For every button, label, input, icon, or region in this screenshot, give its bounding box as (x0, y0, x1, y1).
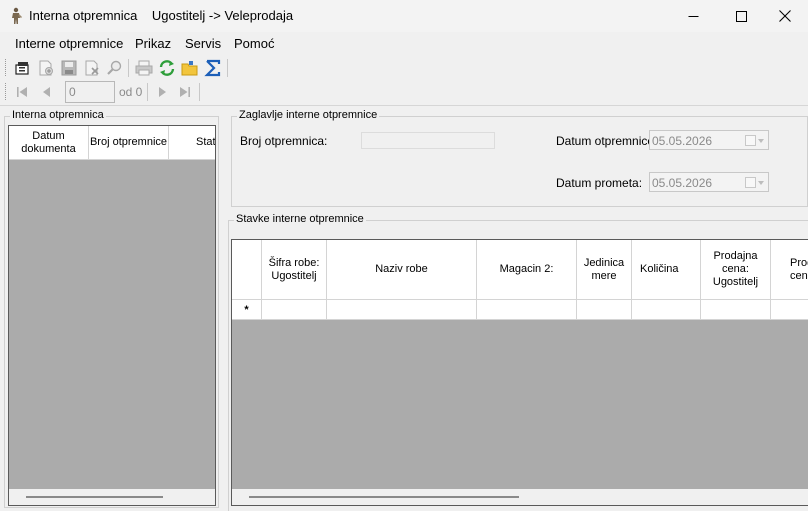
column-header-jedinica-mere[interactable]: Jedinica mere (577, 240, 632, 300)
broj-otpremnica-label: Broj otpremnica: (240, 134, 328, 148)
divider (0, 105, 808, 106)
next-record-icon[interactable] (155, 84, 169, 100)
column-header-naziv-robe[interactable]: Naziv robe (327, 240, 477, 300)
maximize-button[interactable] (718, 0, 764, 32)
calendar-dropdown-button[interactable] (744, 134, 766, 147)
app-icon (12, 7, 22, 24)
datum-prometa-picker[interactable]: 05.05.2026 (649, 172, 769, 192)
datum-otpremnice-value: 05.05.2026 (652, 134, 713, 148)
items-group-title: Stavke interne otpremnice (234, 213, 366, 225)
column-header-prodajna-cena-ugostitelj[interactable]: Prodajna cena: Ugostitelj (701, 240, 771, 300)
record-count-label: od 0 (119, 85, 143, 99)
datum-otpremnice-picker[interactable]: 05.05.2026 (649, 130, 769, 150)
column-header-kolicina[interactable]: Količina (632, 240, 701, 300)
minimize-button[interactable] (670, 0, 716, 32)
new-row-marker: * (232, 300, 262, 320)
save-icon[interactable] (60, 59, 78, 77)
sum-icon[interactable] (204, 59, 222, 77)
open-folder-icon[interactable] (181, 59, 199, 77)
menu-interne-otpremnice[interactable]: Interne otpremnice (15, 36, 123, 51)
menu-pomoc[interactable]: Pomoć (234, 36, 274, 51)
panel-splitter[interactable] (221, 106, 227, 511)
new-document-icon[interactable] (14, 59, 32, 77)
main-toolbar (0, 55, 808, 80)
new-row-cell-kolicina[interactable] (632, 300, 701, 320)
refresh-icon[interactable] (158, 59, 176, 77)
scrollbar-thumb[interactable] (249, 496, 519, 498)
new-row-cell-sifra[interactable] (262, 300, 327, 320)
datum-otpremnice-label: Datum otpremnice: (556, 134, 658, 148)
close-icon (779, 10, 791, 22)
menu-servis[interactable]: Servis (185, 36, 221, 51)
toolbar-grip[interactable] (5, 59, 7, 76)
column-header-prodajna-cena[interactable]: Prodajna cena (771, 240, 808, 300)
toolbar-separator (227, 59, 228, 77)
new-row-cell-jedinica[interactable] (577, 300, 632, 320)
column-header-broj-otpremnice[interactable]: Broj otpremnice (89, 126, 169, 160)
minimize-icon (688, 15, 698, 17)
scrollbar-thumb[interactable] (26, 496, 163, 498)
column-header-status[interactable]: Status (169, 126, 215, 160)
window-title: Interna otpremnica Ugostitelj -> Velepro… (29, 8, 294, 23)
items-grid[interactable]: Šifra robe: Ugostitelj Naziv robe Magaci… (231, 239, 808, 506)
first-record-icon[interactable] (15, 84, 29, 100)
documents-grid-hscrollbar[interactable] (9, 489, 215, 505)
documents-grid[interactable]: Datum dokumenta Broj otpremnice Status (8, 125, 216, 506)
items-grid-hscrollbar[interactable] (232, 489, 808, 505)
calendar-dropdown-icon (745, 135, 764, 146)
row-header-corner (232, 240, 262, 300)
new-row-cell-naziv[interactable] (327, 300, 477, 320)
title-bar: Interna otpremnica Ugostitelj -> Velepro… (0, 0, 808, 32)
search-icon[interactable] (106, 59, 124, 77)
datum-prometa-label: Datum prometa: (556, 176, 643, 190)
record-navigator: 0 od 0 (0, 80, 808, 104)
record-position-input[interactable]: 0 (65, 81, 115, 103)
header-group-title: Zaglavlje interne otpremnice (237, 109, 380, 121)
menu-prikaz[interactable]: Prikaz (135, 36, 171, 51)
new-row-cell-magacin[interactable] (477, 300, 577, 320)
menu-bar: Interne otpremnice Prikaz Servis Pomoć (0, 32, 808, 54)
delete-icon[interactable] (83, 59, 101, 77)
calendar-dropdown-icon (745, 177, 764, 188)
datum-prometa-value: 05.05.2026 (652, 176, 713, 190)
column-header-sifra-robe[interactable]: Šifra robe: Ugostitelj (262, 240, 327, 300)
last-record-icon[interactable] (178, 84, 192, 100)
column-header-magacin[interactable]: Magacin 2: (477, 240, 577, 300)
previous-record-icon[interactable] (40, 84, 54, 100)
print-icon[interactable] (135, 59, 153, 77)
navigator-separator (199, 83, 200, 101)
add-item-icon[interactable] (37, 59, 55, 77)
column-header-datum-dokumenta[interactable]: Datum dokumenta (9, 126, 89, 160)
maximize-icon (735, 10, 747, 22)
new-row-cell-prodajna-cena-ugostitelj[interactable] (701, 300, 771, 320)
left-panel-title: Interna otpremnica (10, 109, 106, 121)
calendar-dropdown-button[interactable] (744, 176, 766, 189)
toolbar-separator (128, 59, 129, 77)
new-row-cell-prodajna-cena[interactable] (771, 300, 808, 320)
navigator-grip[interactable] (5, 83, 7, 100)
close-button[interactable] (762, 0, 808, 32)
navigator-separator (147, 83, 148, 101)
broj-otpremnica-field[interactable] (361, 132, 495, 149)
